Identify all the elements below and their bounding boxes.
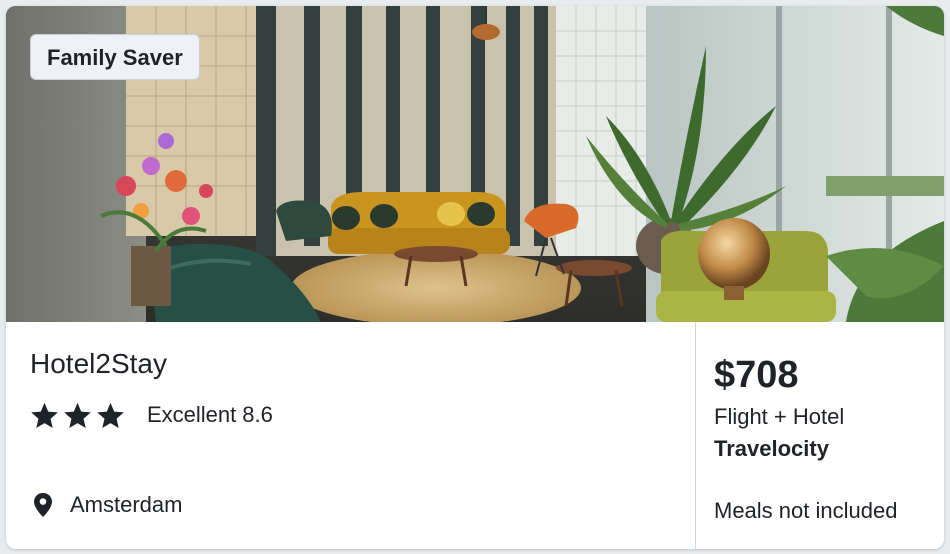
provider-name: Travelocity <box>714 436 829 461</box>
hotel-name[interactable]: Hotel2Stay <box>30 348 167 380</box>
hotel-details: Hotel2Stay Excellent 8.6 Amsterdam <box>6 322 694 549</box>
star-icon <box>31 402 58 428</box>
star-rating <box>30 401 125 430</box>
hotel-result-card[interactable]: Family Saver Hotel2Stay Excellent 8.6 Ams… <box>6 6 944 549</box>
location-row: Amsterdam <box>32 492 182 518</box>
rating-score: 8.6 <box>242 402 273 427</box>
rating-label: Excellent <box>147 402 237 427</box>
price-panel: $708 Flight + Hotel Travelocity Meals no… <box>695 322 944 549</box>
location-text: Amsterdam <box>70 492 183 517</box>
price: $708 <box>714 354 799 396</box>
star-icon <box>97 402 124 428</box>
map-pin-icon <box>34 493 52 517</box>
meals-info: Meals not included <box>714 498 898 523</box>
hotel-photo[interactable]: Family Saver <box>6 6 944 322</box>
family-saver-badge: Family Saver <box>30 34 200 80</box>
package-type: Flight + Hotel <box>714 404 845 429</box>
guest-rating: Excellent 8.6 <box>147 402 273 428</box>
rating-row: Excellent 8.6 <box>30 398 273 432</box>
star-icon <box>64 402 91 428</box>
